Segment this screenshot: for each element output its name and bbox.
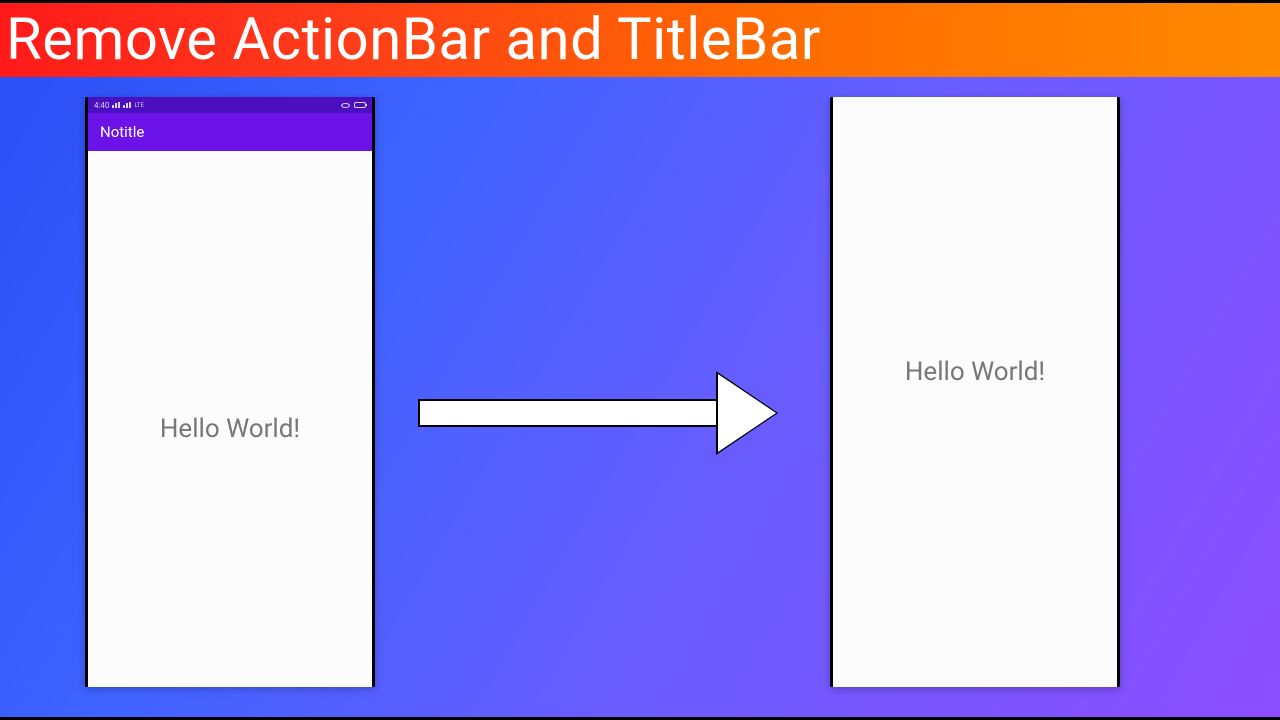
content-area: Remove ActionBar and TitleBar 4:40 LTE [0,3,1280,717]
comparison-stage: 4:40 LTE Notitle [0,77,1280,717]
signal-icon [123,102,131,108]
thumbnail-canvas: Remove ActionBar and TitleBar 4:40 LTE [0,0,1280,720]
phone-after-screen: Hello World! [833,97,1117,687]
hello-text-after: Hello World! [905,357,1045,387]
arrow-right-icon [716,371,778,455]
arrow-shaft [418,399,718,427]
statusbar-network: LTE [134,102,143,109]
battery-icon [354,102,366,108]
header-band: Remove ActionBar and TitleBar [0,3,1280,77]
statusbar-right [341,102,366,108]
transition-arrow [418,367,788,457]
statusbar-left: 4:40 LTE [94,101,341,110]
eye-icon [341,103,350,108]
phone-after: Hello World! [830,97,1120,687]
statusbar-time: 4:40 [94,101,109,110]
android-status-bar: 4:40 LTE [88,97,372,113]
page-title: Remove ActionBar and TitleBar [6,6,821,74]
android-action-bar: Notitle [88,113,372,151]
hello-text-before: Hello World! [160,414,300,444]
app-body-after: Hello World! [833,97,1117,687]
app-body-before: Hello World! [88,151,372,687]
phone-before: 4:40 LTE Notitle [85,97,375,687]
signal-icon [112,102,120,108]
actionbar-title: Notitle [100,123,144,141]
phone-before-screen: 4:40 LTE Notitle [88,97,372,687]
